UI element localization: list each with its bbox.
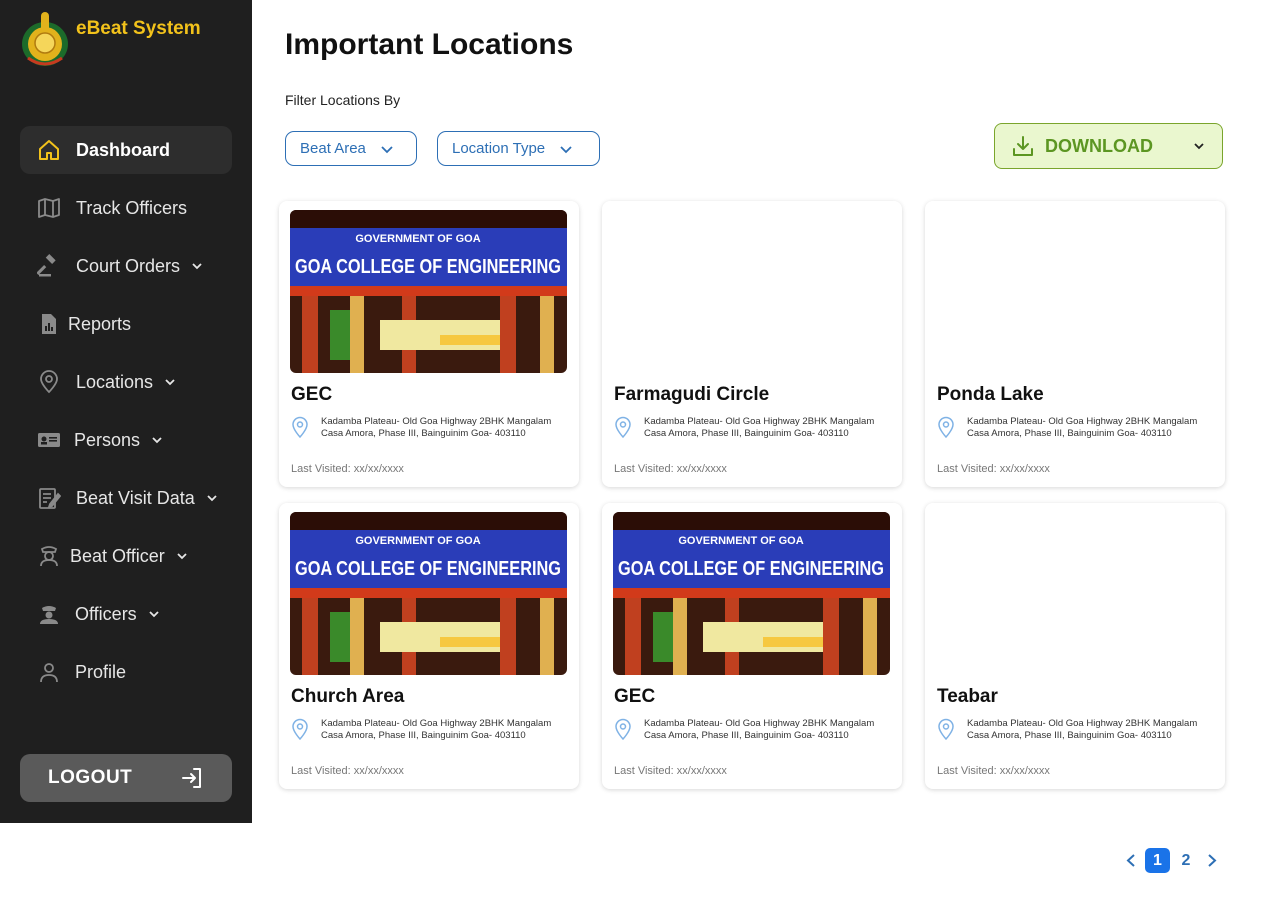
location-pin-icon [938, 416, 954, 438]
sidebar-item-reports[interactable]: Reports [20, 300, 232, 348]
page-2-button[interactable]: 2 [1177, 848, 1195, 873]
location-title: GEC [614, 686, 656, 707]
sidebar: eBeat System Dashboard Track Officers Co… [0, 0, 252, 823]
map-icon [36, 195, 62, 221]
filter-label-beat-area: Beat Area [300, 140, 366, 157]
sidebar-item-track-officers[interactable]: Track Officers [20, 184, 232, 232]
last-visited: Last Visited: xx/xx/xxxx [614, 765, 727, 777]
last-visited: Last Visited: xx/xx/xxxx [937, 463, 1050, 475]
id-card-icon [36, 427, 62, 453]
location-address: Kadamba Plateau- Old Goa Highway 2BHK Ma… [321, 416, 552, 439]
officer-icon [36, 543, 62, 569]
location-pin-icon [938, 718, 954, 740]
chevron-down-icon [560, 145, 572, 153]
beat-area-filter[interactable]: Beat Area [285, 131, 417, 166]
notepad-icon [36, 485, 62, 511]
download-label: DOWNLOAD [1045, 135, 1153, 156]
location-address: Kadamba Plateau- Old Goa Highway 2BHK Ma… [967, 718, 1198, 741]
location-photo: GOVERNMENT OF GOA GOA COLLEGE OF ENGINEE… [290, 512, 567, 675]
sidebar-item-label: Beat Officer [70, 545, 165, 566]
sign-line-main: GOA COLLEGE OF ENGINEERING [295, 256, 561, 278]
report-icon [36, 311, 62, 337]
location-address: Kadamba Plateau- Old Goa Highway 2BHK Ma… [644, 718, 875, 741]
app-title: eBeat System [76, 18, 201, 39]
download-button[interactable]: DOWNLOAD [994, 123, 1223, 169]
page-1-button[interactable]: 1 [1145, 848, 1170, 873]
chevron-down-icon [192, 263, 202, 270]
location-pin-icon [615, 718, 631, 740]
sidebar-item-label: Persons [74, 429, 141, 450]
location-title: Church Area [291, 686, 405, 707]
location-type-filter[interactable]: Location Type [437, 131, 600, 166]
sidebar-item-label: Court Orders [76, 255, 181, 276]
location-address: Kadamba Plateau- Old Goa Highway 2BHK Ma… [321, 718, 552, 741]
sidebar-item-beat-visit-data[interactable]: Beat Visit Data [20, 474, 232, 522]
sidebar-item-label: Profile [75, 661, 127, 682]
sidebar-item-profile[interactable]: Profile [20, 648, 232, 696]
sidebar-item-label: Officers [75, 603, 137, 624]
sidebar-item-officers[interactable]: Officers [20, 590, 232, 638]
sidebar-item-label: Locations [76, 371, 154, 392]
location-card[interactable]: Teabar Kadamba Plateau- Old Goa Highway … [925, 503, 1225, 789]
location-card[interactable]: Ponda Lake Kadamba Plateau- Old Goa High… [925, 201, 1225, 487]
location-card[interactable]: GOVERNMENT OF GOA GOA COLLEGE OF ENGINEE… [602, 503, 902, 789]
chevron-down-icon [177, 553, 187, 560]
sign-line-top: GOVERNMENT OF GOA [355, 535, 480, 547]
home-icon [36, 137, 62, 163]
brand [20, 10, 70, 68]
download-icon [1013, 136, 1033, 156]
location-pin-icon [292, 718, 308, 740]
location-pin-icon [615, 416, 631, 438]
logout-button[interactable]: LOGOUT [20, 754, 232, 802]
sidebar-item-beat-officer[interactable]: Beat Officer [20, 532, 232, 580]
sign-line-top: GOVERNMENT OF GOA [355, 233, 480, 245]
last-visited: Last Visited: xx/xx/xxxx [937, 765, 1050, 777]
location-pin-icon [36, 369, 62, 395]
location-card[interactable]: Farmagudi Circle Kadamba Plateau- Old Go… [602, 201, 902, 487]
sign-line-main: GOA COLLEGE OF ENGINEERING [295, 558, 561, 580]
next-page-icon[interactable] [1205, 848, 1219, 873]
sidebar-item-dashboard[interactable]: Dashboard [20, 126, 232, 174]
logout-label: LOGOUT [48, 767, 133, 788]
chevron-down-icon [152, 437, 162, 444]
last-visited: Last Visited: xx/xx/xxxx [291, 765, 404, 777]
location-title: GEC [291, 384, 333, 405]
location-title: Teabar [937, 686, 998, 707]
filter-label-location-type: Location Type [452, 140, 546, 157]
filter-label: Filter Locations By [285, 92, 401, 108]
chevron-down-icon [165, 379, 175, 386]
last-visited: Last Visited: xx/xx/xxxx [614, 463, 727, 475]
chevron-down-icon [1194, 143, 1204, 150]
gavel-icon [36, 253, 62, 279]
sidebar-item-persons[interactable]: Persons [20, 416, 232, 464]
sidebar-item-court-orders[interactable]: Court Orders [20, 242, 232, 290]
chevron-down-icon [381, 145, 393, 153]
location-title: Farmagudi Circle [614, 384, 770, 405]
last-visited: Last Visited: xx/xx/xxxx [291, 463, 404, 475]
sign-line-top: GOVERNMENT OF GOA [678, 535, 803, 547]
sign-line-main: GOA COLLEGE OF ENGINEERING [618, 558, 884, 580]
location-address: Kadamba Plateau- Old Goa Highway 2BHK Ma… [644, 416, 875, 439]
chevron-down-icon [149, 611, 159, 618]
sidebar-item-locations[interactable]: Locations [20, 358, 232, 406]
sidebar-item-label: Beat Visit Data [76, 487, 195, 508]
sidebar-item-label: Dashboard [76, 139, 171, 160]
logout-icon [182, 768, 201, 788]
location-pin-icon [292, 416, 308, 438]
user-icon [36, 659, 62, 685]
location-card[interactable]: GOVERNMENT OF GOA GOA COLLEGE OF ENGINEE… [279, 503, 579, 789]
sidebar-item-label: Track Officers [76, 197, 188, 218]
location-photo: GOVERNMENT OF GOA GOA COLLEGE OF ENGINEE… [613, 512, 890, 675]
location-photo: GOVERNMENT OF GOA GOA COLLEGE OF ENGINEE… [290, 210, 567, 373]
page-title: Important Locations [285, 28, 574, 61]
location-address: Kadamba Plateau- Old Goa Highway 2BHK Ma… [967, 416, 1198, 439]
location-card[interactable]: GOVERNMENT OF GOA GOA COLLEGE OF ENGINEE… [279, 201, 579, 487]
police-icon [36, 601, 62, 627]
prev-page-icon[interactable] [1124, 848, 1138, 873]
goa-police-emblem-icon [22, 12, 68, 66]
sidebar-item-label: Reports [68, 313, 132, 334]
chevron-down-icon [207, 495, 217, 502]
location-title: Ponda Lake [937, 384, 1044, 405]
